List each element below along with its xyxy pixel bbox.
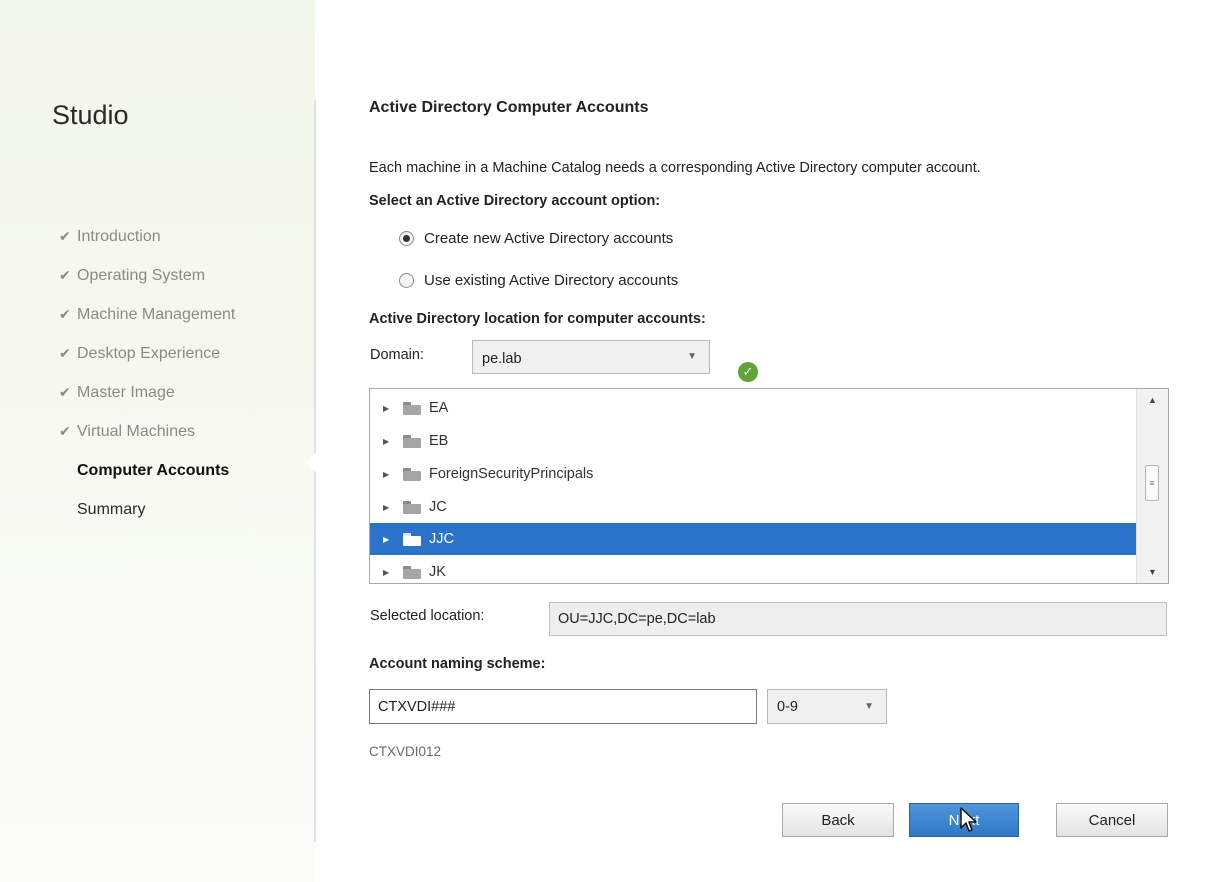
scroll-down-icon[interactable]: ▼ bbox=[1137, 561, 1168, 583]
step-summary: Summary bbox=[59, 490, 235, 529]
radio-label: Create new Active Directory accounts bbox=[424, 230, 674, 247]
step-introduction: ✔ Introduction bbox=[59, 217, 235, 256]
expand-arrow-icon[interactable]: ▶ bbox=[383, 437, 393, 446]
chevron-down-icon: ▼ bbox=[687, 350, 697, 362]
selected-location-field: OU=JJC,DC=pe,DC=lab bbox=[549, 602, 1167, 636]
radio-unselected-icon[interactable] bbox=[399, 273, 414, 288]
step-label: Computer Accounts bbox=[77, 461, 230, 479]
current-step-notch bbox=[306, 452, 316, 472]
step-label: Introduction bbox=[77, 227, 161, 245]
radio-selected-icon[interactable] bbox=[399, 231, 414, 246]
radio-label: Use existing Active Directory accounts bbox=[424, 272, 679, 289]
naming-preview: CTXVDI012 bbox=[369, 744, 442, 759]
mouse-cursor-icon bbox=[960, 807, 977, 832]
tree-item[interactable]: ▶ JK bbox=[370, 556, 1137, 583]
wizard-steps: ✔ Introduction ✔ Operating System ✔ Mach… bbox=[59, 217, 235, 529]
page-description: Each machine in a Machine Catalog needs … bbox=[369, 160, 981, 176]
naming-scheme-input[interactable]: CTXVDI### bbox=[369, 689, 757, 724]
domain-select[interactable]: pe.lab ▼ bbox=[472, 340, 710, 374]
tree-item[interactable]: ▶ JC bbox=[370, 491, 1137, 523]
expand-arrow-icon[interactable]: ▶ bbox=[383, 503, 393, 512]
folder-icon bbox=[403, 401, 421, 415]
tree-item[interactable]: ▶ EA bbox=[370, 392, 1137, 424]
check-circle-icon: ✓ bbox=[738, 362, 758, 382]
page-title: Active Directory Computer Accounts bbox=[369, 99, 649, 116]
check-icon: ✔ bbox=[59, 345, 71, 361]
expand-arrow-icon[interactable]: ▶ bbox=[383, 535, 393, 544]
naming-type-value: 0-9 bbox=[777, 698, 798, 715]
naming-scheme-label: Account naming scheme: bbox=[369, 656, 546, 672]
tree-item-label: JJC bbox=[429, 531, 454, 547]
expand-arrow-icon[interactable]: ▶ bbox=[383, 568, 393, 577]
radio-use-existing-accounts[interactable]: Use existing Active Directory accounts bbox=[399, 272, 678, 289]
tree-item-label: ForeignSecurityPrincipals bbox=[429, 466, 594, 482]
ou-tree[interactable]: ▶ EA ▶ EB ▶ ForeignSecurityPrincipals ▶ … bbox=[369, 388, 1169, 584]
tree-item[interactable]: ▶ ForeignSecurityPrincipals bbox=[370, 458, 1137, 490]
check-icon: ✔ bbox=[59, 384, 71, 400]
domain-label: Domain: bbox=[370, 347, 424, 363]
radio-create-new-accounts[interactable]: Create new Active Directory accounts bbox=[399, 230, 673, 247]
check-icon: ✔ bbox=[59, 228, 71, 244]
chevron-down-icon: ▼ bbox=[864, 700, 874, 712]
check-icon: ✔ bbox=[59, 423, 71, 439]
step-label: Desktop Experience bbox=[77, 344, 221, 362]
tree-item-label: JC bbox=[429, 499, 447, 515]
folder-icon bbox=[403, 500, 421, 514]
tree-item-label: JK bbox=[429, 564, 446, 580]
location-heading: Active Directory location for computer a… bbox=[369, 311, 706, 327]
step-operating-system: ✔ Operating System bbox=[59, 256, 235, 295]
step-label: Summary bbox=[77, 500, 146, 518]
tree-scrollbar[interactable]: ▲ ≡ ▼ bbox=[1136, 389, 1168, 583]
back-button[interactable]: Back bbox=[782, 803, 894, 837]
tree-item-label: EB bbox=[429, 433, 449, 449]
check-icon: ✔ bbox=[59, 267, 71, 283]
step-label: Master Image bbox=[77, 383, 175, 401]
tree-item[interactable]: ▶ EB bbox=[370, 425, 1137, 457]
step-label: Machine Management bbox=[77, 305, 236, 323]
domain-select-value: pe.lab bbox=[482, 351, 522, 367]
expand-arrow-icon[interactable]: ▶ bbox=[383, 404, 393, 413]
step-computer-accounts: Computer Accounts bbox=[59, 451, 235, 490]
tree-item-label: EA bbox=[429, 400, 449, 416]
check-icon: ✔ bbox=[59, 306, 71, 322]
expand-arrow-icon[interactable]: ▶ bbox=[383, 470, 393, 479]
cancel-button[interactable]: Cancel bbox=[1056, 803, 1168, 837]
naming-type-select[interactable]: 0-9 ▼ bbox=[767, 689, 887, 724]
tree-item-selected[interactable]: ▶ JJC bbox=[370, 523, 1137, 555]
step-machine-management: ✔ Machine Management bbox=[59, 295, 235, 334]
step-label: Operating System bbox=[77, 266, 206, 284]
selected-location-label: Selected location: bbox=[370, 608, 485, 624]
step-desktop-experience: ✔ Desktop Experience bbox=[59, 334, 235, 373]
step-label: Virtual Machines bbox=[77, 422, 195, 440]
folder-icon bbox=[403, 565, 421, 579]
folder-icon bbox=[403, 434, 421, 448]
folder-icon bbox=[403, 467, 421, 481]
step-master-image: ✔ Master Image bbox=[59, 373, 235, 412]
folder-open-icon bbox=[403, 532, 421, 546]
account-option-prompt: Select an Active Directory account optio… bbox=[369, 193, 661, 209]
scroll-up-icon[interactable]: ▲ bbox=[1137, 389, 1168, 411]
app-title: Studio bbox=[52, 100, 129, 130]
step-virtual-machines: ✔ Virtual Machines bbox=[59, 412, 235, 451]
scroll-thumb[interactable]: ≡ bbox=[1145, 465, 1159, 501]
